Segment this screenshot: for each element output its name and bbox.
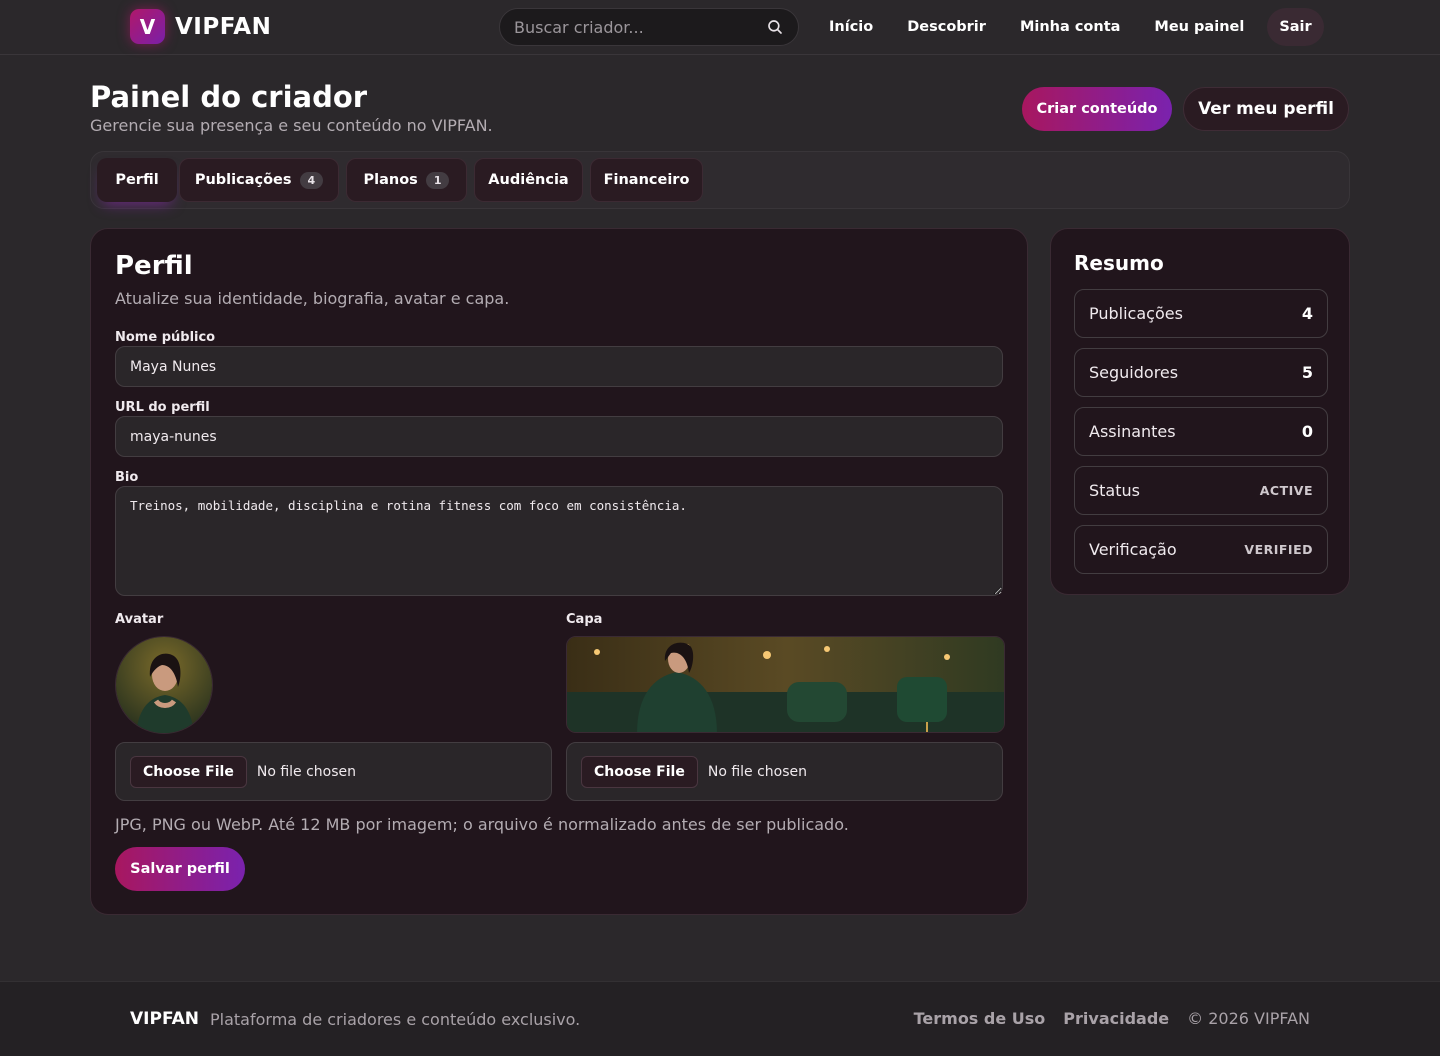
- summary-row-assinantes: Assinantes 0: [1074, 407, 1328, 456]
- tab-financeiro[interactable]: Financeiro: [590, 158, 703, 202]
- url-label: URL do perfil: [115, 400, 210, 415]
- profile-card: Perfil Atualize sua identidade, biografi…: [90, 228, 1028, 915]
- count-badge: 4: [299, 171, 324, 189]
- summary-label: Status: [1089, 481, 1140, 500]
- tab-perfil[interactable]: Perfil: [97, 158, 177, 202]
- summary-row-verificacao: Verificação VERIFIED: [1074, 525, 1328, 574]
- tab-label: Financeiro: [603, 172, 690, 188]
- page-title: Painel do criador: [90, 80, 368, 114]
- create-content-button[interactable]: Criar conteúdo: [1022, 87, 1172, 131]
- save-profile-button[interactable]: Salvar perfil: [115, 847, 245, 891]
- avatar-label: Avatar: [115, 612, 164, 627]
- footer-links: Termos de Uso Privacidade © 2026 VIPFAN: [914, 1009, 1310, 1028]
- tab-publicacoes[interactable]: Publicações 4: [179, 158, 339, 202]
- card-title: Perfil: [115, 251, 193, 281]
- logo-text: VIPFAN: [175, 13, 272, 40]
- logout-button[interactable]: Sair: [1267, 8, 1324, 46]
- view-profile-button[interactable]: Ver meu perfil: [1183, 87, 1349, 131]
- page-subtitle: Gerencie sua presença e seu conteúdo no …: [90, 116, 493, 135]
- status-badge: ACTIVE: [1259, 483, 1313, 498]
- cover-file-input: Choose File No file chosen: [566, 742, 1003, 801]
- summary-label: Publicações: [1089, 304, 1183, 323]
- tab-planos[interactable]: Planos 1: [346, 158, 467, 202]
- summary-row-publicacoes: Publicações 4: [1074, 289, 1328, 338]
- summary-label: Seguidores: [1089, 363, 1179, 382]
- summary-title: Resumo: [1074, 251, 1164, 275]
- avatar-image: [115, 636, 213, 734]
- summary-label: Verificação: [1089, 540, 1177, 559]
- search-box: [499, 8, 799, 46]
- search-icon[interactable]: [766, 18, 784, 36]
- summary-row-seguidores: Seguidores 5: [1074, 348, 1328, 397]
- avatar-file-status: No file chosen: [256, 763, 357, 780]
- search-input[interactable]: [514, 17, 766, 37]
- card-subtitle: Atualize sua identidade, biografia, avat…: [115, 289, 510, 308]
- summary-value: 0: [1301, 422, 1313, 441]
- privacy-link[interactable]: Privacidade: [1063, 1009, 1169, 1028]
- upload-hint: JPG, PNG ou WebP. Até 12 MB por imagem; …: [115, 815, 849, 834]
- avatar-choose-file-button[interactable]: Choose File: [130, 755, 247, 788]
- footer: VIPFAN Plataforma de criadores e conteúd…: [0, 981, 1440, 1056]
- terms-link[interactable]: Termos de Uso: [914, 1009, 1046, 1028]
- count-badge: 1: [425, 171, 450, 189]
- name-label: Nome público: [115, 330, 216, 345]
- tab-label: Audiência: [488, 172, 569, 188]
- summary-card: Resumo Publicações 4 Seguidores 5 Assina…: [1050, 228, 1350, 595]
- top-bar: V VIPFAN Início Descobrir Minha conta Me…: [0, 0, 1440, 55]
- bio-label: Bio: [115, 470, 139, 485]
- tabs-bar: Perfil Publicações 4 Planos 1 Audiência …: [90, 151, 1350, 209]
- verification-badge: VERIFIED: [1244, 542, 1313, 557]
- cover-label: Capa: [566, 612, 603, 627]
- summary-value: 5: [1301, 363, 1313, 382]
- nav-minha-conta[interactable]: Minha conta: [1003, 8, 1137, 46]
- logo[interactable]: V VIPFAN: [130, 9, 271, 44]
- public-name-input[interactable]: [115, 346, 1003, 387]
- avatar-file-input: Choose File No file chosen: [115, 742, 552, 801]
- profile-url-input[interactable]: [115, 416, 1003, 457]
- cover-file-status: No file chosen: [707, 763, 808, 780]
- footer-tagline: Plataforma de criadores e conteúdo exclu…: [210, 1010, 581, 1029]
- tab-label: Perfil: [115, 172, 159, 188]
- nav-meu-painel[interactable]: Meu painel: [1137, 8, 1261, 46]
- bio-textarea[interactable]: Treinos, mobilidade, disciplina e rotina…: [115, 486, 1003, 596]
- tab-label: Planos: [363, 172, 418, 188]
- nav-inicio[interactable]: Início: [812, 8, 890, 46]
- summary-value: 4: [1301, 304, 1313, 323]
- footer-brand: VIPFAN: [130, 1009, 199, 1029]
- logo-mark-icon: V: [130, 9, 165, 44]
- nav-descobrir[interactable]: Descobrir: [890, 8, 1003, 46]
- tab-label: Publicações: [194, 172, 292, 188]
- cover-choose-file-button[interactable]: Choose File: [581, 755, 698, 788]
- cover-image: [566, 636, 1005, 733]
- main-nav: Início Descobrir Minha conta Meu painel …: [812, 8, 1324, 46]
- copyright: © 2026 VIPFAN: [1187, 1009, 1310, 1028]
- tab-audiencia[interactable]: Audiência: [474, 158, 583, 202]
- summary-row-status: Status ACTIVE: [1074, 466, 1328, 515]
- summary-label: Assinantes: [1089, 422, 1176, 441]
